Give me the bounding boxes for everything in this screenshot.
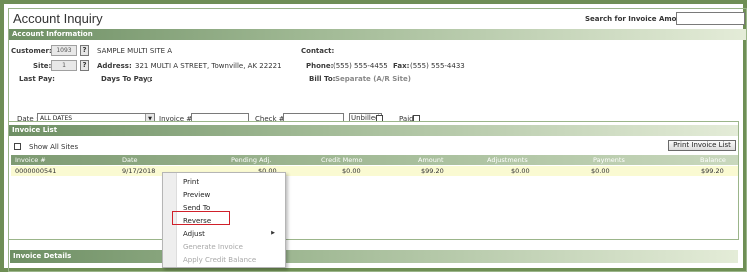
last-pay-label: Last Pay: — [19, 75, 55, 83]
menu-item-preview[interactable]: Preview — [183, 191, 210, 199]
site-lookup-button[interactable]: ? — [80, 60, 89, 71]
submenu-arrow-icon: ▶ — [271, 230, 275, 236]
address-value: 321 MULTI A STREET, Townville, AK 22221 — [135, 62, 282, 70]
column-header[interactable]: Balance — [700, 155, 726, 165]
reverse-highlight-box — [172, 211, 230, 225]
customer-label: Customer: — [11, 47, 52, 55]
table-cell: $0.00 — [511, 167, 530, 175]
customer-number-field[interactable]: 1093 — [51, 45, 77, 56]
column-header[interactable]: Date — [122, 155, 138, 165]
contact-label: Contact: — [301, 47, 335, 55]
table-cell: 0000000541 — [15, 167, 57, 175]
invoice-grid-header: Invoice # Date Pending Adj. Credit Memo … — [11, 155, 738, 165]
phone-label: Phone: — [306, 62, 334, 70]
table-cell: 9/17/2018 — [122, 167, 156, 175]
invoice-list-panel: Invoice List Show All Sites Print Invoic… — [8, 121, 739, 240]
menu-item-adjust[interactable]: Adjust — [183, 230, 205, 238]
window-title: Account Inquiry — [13, 11, 103, 26]
customer-name: SAMPLE MULTI SITE A — [97, 47, 173, 55]
print-invoice-list-button[interactable]: Print Invoice List — [668, 140, 736, 151]
invoice-list-header: Invoice List — [9, 125, 738, 136]
site-number-field[interactable]: 1 — [51, 60, 77, 71]
address-label: Address: — [97, 62, 132, 70]
column-header[interactable]: Credit Memo — [321, 155, 363, 165]
account-info-header: Account Information — [9, 29, 746, 40]
days-to-pay-label: Days To Pay : — [101, 75, 153, 83]
table-cell: $99.20 — [701, 167, 724, 175]
phone-value: (555) 555-4455 — [333, 62, 388, 70]
days-to-pay-value: 0 — [147, 76, 152, 84]
search-amount-input[interactable] — [676, 12, 745, 25]
bill-to-label: Bill To: — [309, 75, 336, 83]
context-menu: Print Preview Send To Reverse Adjust ▶ G… — [162, 172, 286, 268]
column-header[interactable]: Adjustments — [487, 155, 528, 165]
table-row[interactable]: 0000000541 9/17/2018 $0.00 $0.00 $99.20 … — [11, 166, 738, 176]
table-cell: $0.00 — [342, 167, 361, 175]
site-label: Site: — [33, 62, 52, 70]
menu-item-apply-credit-balance[interactable]: Apply Credit Balance — [183, 256, 256, 264]
column-header[interactable]: Pending Adj. — [231, 155, 271, 165]
table-cell: $99.20 — [421, 167, 444, 175]
bill-to-value: Separate (A/R Site) — [335, 75, 411, 83]
menu-item-generate-invoice[interactable]: Generate Invoice — [183, 243, 243, 251]
table-cell: $0.00 — [591, 167, 610, 175]
fax-label: Fax: — [393, 62, 410, 70]
column-header[interactable]: Invoice # — [15, 155, 46, 165]
column-header[interactable]: Payments — [593, 155, 625, 165]
invoice-details-header: Invoice Details — [10, 250, 738, 263]
column-header[interactable]: Amount — [418, 155, 444, 165]
fax-value: (555) 555-4433 — [410, 62, 465, 70]
show-all-sites-label: Show All Sites — [29, 143, 79, 151]
customer-lookup-button[interactable]: ? — [80, 45, 89, 56]
show-all-sites-checkbox[interactable] — [14, 143, 21, 150]
menu-item-print[interactable]: Print — [183, 178, 199, 186]
